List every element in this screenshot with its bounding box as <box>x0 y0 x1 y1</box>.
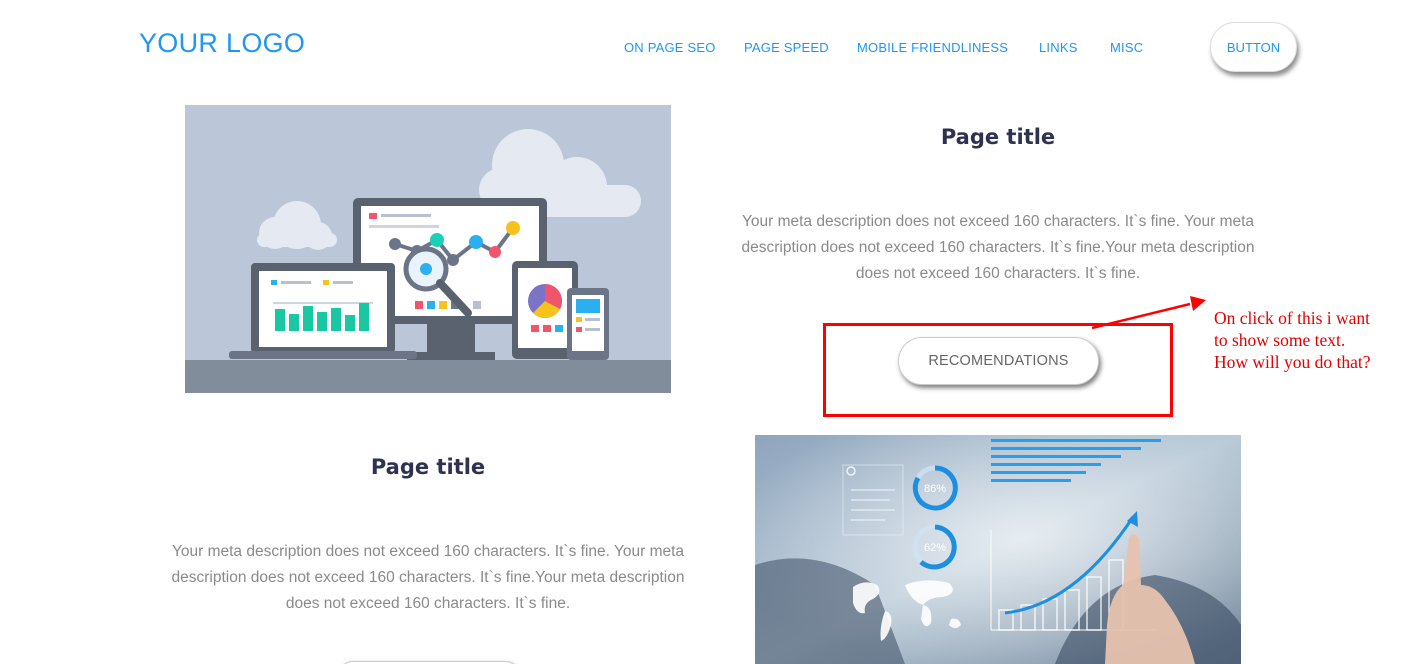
arrow-icon <box>1091 296 1206 330</box>
nav-mobile-friendliness[interactable]: MOBILE FRIENDLINESS <box>857 40 1008 55</box>
devices-illustration <box>185 105 671 393</box>
meta-description: Your meta description does not exceed 16… <box>741 213 1255 282</box>
annotation-line: How will you do that? <box>1214 352 1371 372</box>
highlight-box <box>823 323 1173 417</box>
nav-misc[interactable]: MISC <box>1110 40 1143 55</box>
nav-page-speed[interactable]: PAGE SPEED <box>744 40 829 55</box>
meta-description-2: Your meta description does not exceed 16… <box>171 543 685 612</box>
annotation-line: to show some text. <box>1214 330 1346 350</box>
ring-label-86: 86% <box>924 483 946 495</box>
nav-links[interactable]: LINKS <box>1039 40 1078 55</box>
page-title: Page title <box>940 125 1056 149</box>
nav-on-page-seo[interactable]: ON PAGE SEO <box>624 40 716 55</box>
annotation-line: On click of this i want <box>1214 308 1371 328</box>
header-button[interactable]: BUTTON <box>1210 22 1297 72</box>
page-title-2: Page title <box>370 455 486 479</box>
analytics-photo: 86% 62% <box>755 435 1241 664</box>
annotation-note: On click of this i want to show some tex… <box>1214 307 1371 373</box>
ring-label-62: 62% <box>924 542 946 554</box>
